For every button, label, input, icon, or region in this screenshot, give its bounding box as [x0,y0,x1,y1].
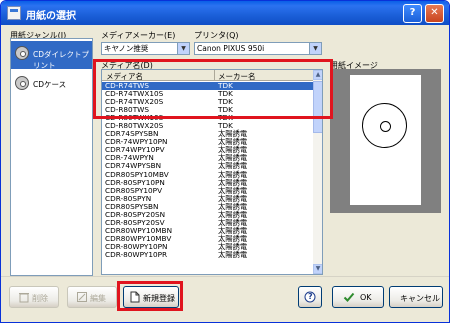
window-title: 用紙の選択 [26,11,76,22]
genre-item-label: CDダイレクトプリント [33,50,90,70]
scroll-down-icon[interactable]: ▼ [313,264,322,274]
cd-case-icon [15,76,29,90]
media-row-name: CDR-80WPY10PR [105,249,168,259]
edit-icon [77,292,87,302]
chevron-down-icon[interactable]: ▼ [309,43,321,54]
maker-select-value: キヤノン推奨 [104,44,149,53]
title-bar[interactable]: 用紙の選択 ? ✕ [1,1,449,25]
new-button-highlight-box [117,281,183,311]
maker-label: メディアメーカー(E) [101,31,176,40]
maker-select[interactable]: キヤノン推奨 ▼ [101,42,190,55]
checkmark-icon [343,292,355,302]
help-button[interactable]: ? [298,286,322,308]
paper-selection-dialog: 用紙の選択 ? ✕ 用紙ジャンル(J) CDダイレクトプリント CDケース メデ… [0,0,450,323]
cd-disc-icon [15,46,29,60]
divider [1,276,449,277]
ok-button[interactable]: OK [332,286,384,308]
ok-button-label: OK [360,293,372,302]
cd-disc-image [362,103,407,148]
genre-item-label: CDケース [33,80,67,89]
help-button-label: ? [308,292,313,301]
delete-button[interactable]: 削除 [9,286,59,308]
media-highlight-box [93,59,333,119]
paper-preview [330,69,441,213]
delete-button-label: 削除 [32,294,48,303]
genre-item-cd-direct-print[interactable]: CDダイレクトプリント [11,41,92,70]
printer-label: プリンタ(Q) [194,31,239,40]
cancel-button[interactable]: キャンセル [389,286,443,308]
edit-button-label: 編集 [90,294,106,303]
printer-select-value: Canon PIXUS 950i [197,44,265,53]
genre-list[interactable]: CDダイレクトプリント CDケース [10,38,93,276]
app-icon [7,6,21,20]
cancel-button-label: キャンセル [400,294,440,303]
media-row-maker: 太陽誘電 [218,249,248,259]
paper-sheet [350,75,421,205]
title-help-button[interactable]: ? [403,4,422,23]
edit-button[interactable]: 編集 [67,286,117,308]
media-row[interactable]: CDR-80WPY10PR 太陽誘電 [102,249,313,259]
trash-icon [19,293,29,303]
chevron-down-icon[interactable]: ▼ [177,43,189,54]
printer-select[interactable]: Canon PIXUS 950i ▼ [194,42,322,55]
title-close-button[interactable]: ✕ [425,4,444,23]
genre-item-cd-case[interactable]: CDケース [11,71,92,99]
